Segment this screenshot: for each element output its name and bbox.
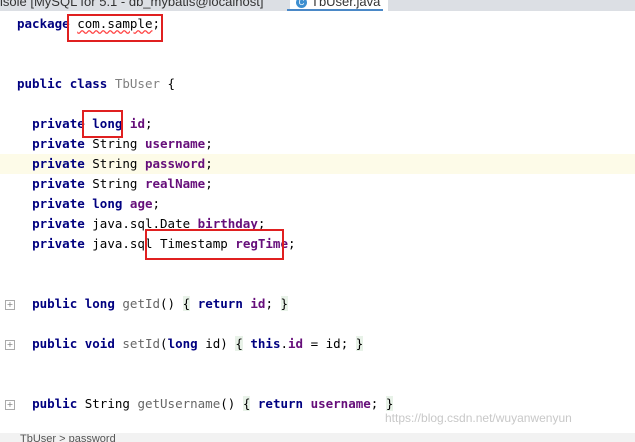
java-class-icon: C [296, 0, 307, 9]
code-line-field-regtime: private java.sql Timestamp regTime; [32, 236, 296, 251]
code-line-getid: + public long getId() { return id; } [5, 296, 289, 311]
breadcrumb-class[interactable]: TbUser [20, 433, 56, 442]
annotation-box-timestamp [145, 229, 284, 260]
annotation-box-long [82, 110, 123, 138]
breadcrumb-separator: > [59, 433, 66, 442]
code-line-field-age: private long age; [32, 196, 161, 211]
breadcrumb-member[interactable]: password [69, 433, 116, 442]
tab-label: TbUser.java [311, 0, 381, 9]
breadcrumb: TbUser > password [0, 433, 635, 442]
annotation-box-package [67, 14, 163, 42]
code-line-field-realname: private String realName; [32, 176, 213, 191]
code-editor[interactable]: package com.sample; public class TbUser … [0, 11, 635, 433]
code-line-field-password: private String password; [0, 154, 635, 174]
editor-tab-bar: isole [MySQL for 5.1 - db_mybatis@localh… [0, 0, 635, 11]
fold-toggle-icon[interactable]: + [5, 300, 15, 310]
code-line-class-decl: public class TbUser { [17, 76, 176, 91]
fold-toggle-icon[interactable]: + [5, 340, 15, 350]
fold-toggle-icon[interactable]: + [5, 400, 15, 410]
tab-console[interactable]: isole [MySQL for 5.1 - db_mybatis@localh… [0, 0, 263, 9]
code-line-setid: + public void setId(long id) { this.id =… [5, 336, 364, 351]
code-line-field-birthday: private java.sql.Date birthday; [32, 216, 266, 231]
watermark: https://blog.csdn.net/wuyanwenyun [385, 411, 572, 425]
